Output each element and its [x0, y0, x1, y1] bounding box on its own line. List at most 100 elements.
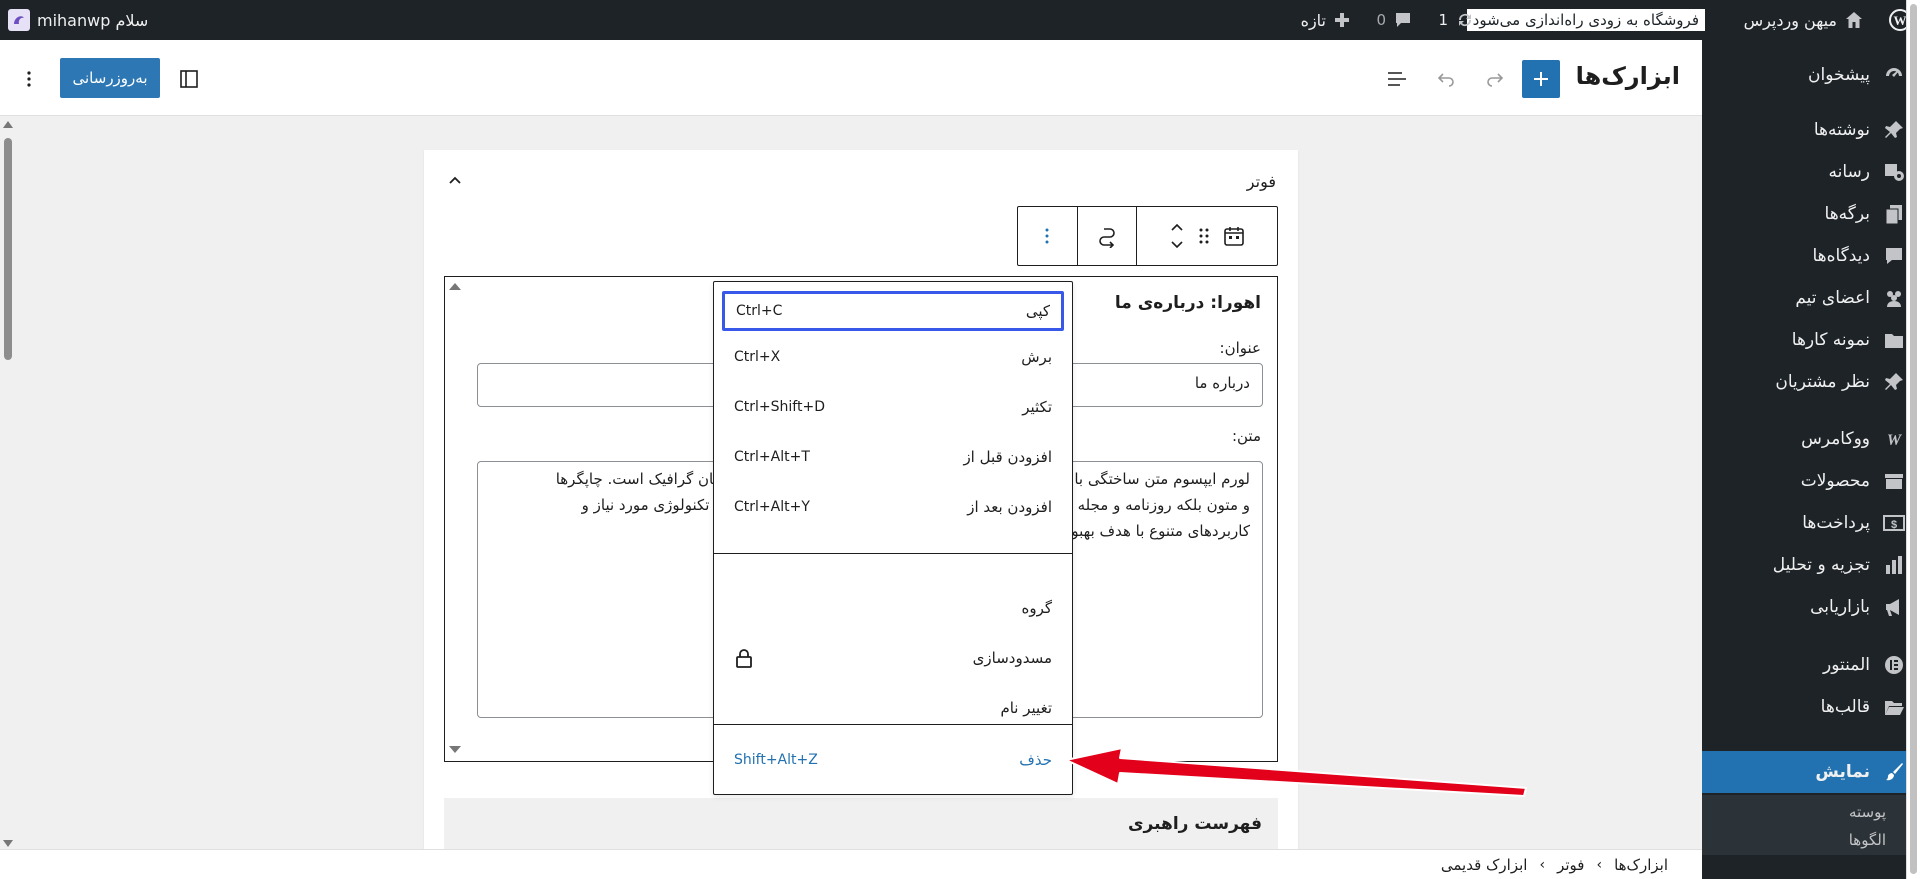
menu-divider [714, 553, 1072, 554]
plus-icon [1531, 69, 1551, 89]
new-label: تازه [1300, 10, 1326, 30]
lock-icon [734, 647, 754, 669]
comment-bubble-icon [1393, 10, 1413, 30]
block-inserter-button[interactable] [1522, 60, 1560, 98]
transform-button[interactable] [1078, 207, 1138, 265]
sidebar-item-elementor[interactable]: المنتور [1702, 644, 1920, 686]
breadcrumb-item-legacy-widget[interactable]: ابزارک قدیمی [1441, 856, 1528, 874]
undo-icon [1434, 67, 1458, 91]
menu-item-lock[interactable]: مسدودسازی [722, 638, 1064, 678]
sidebar-item-team[interactable]: اعضای تیم [1702, 277, 1920, 319]
menu-item-cut[interactable]: Ctrl+X برش [722, 337, 1064, 377]
user-account-link[interactable]: سلام mihanwp [8, 0, 148, 40]
menu-item-shortcut: Ctrl+C [736, 303, 783, 319]
chart-bar-icon [1882, 553, 1906, 577]
block-controls [1137, 207, 1277, 265]
woocommerce-icon: W [1882, 427, 1906, 451]
menu-item-label: کپی [1025, 302, 1050, 320]
dollar-icon: $ [1882, 511, 1906, 535]
menu-item-label: حذف [1019, 751, 1052, 769]
store-notice-text: فروشگاه به زودی راه‌اندازی می‌شود [1466, 9, 1705, 31]
block-options-button[interactable] [1018, 207, 1078, 265]
menu-divider [714, 724, 1072, 725]
scroll-up-arrow-icon[interactable] [449, 283, 461, 290]
brush-icon [1882, 760, 1906, 784]
options-button[interactable] [10, 60, 48, 98]
sidebar-item-appearance[interactable]: نمایش [1692, 751, 1920, 793]
editor-header: ابزارک‌ها به‌روزرسانی [0, 40, 1702, 116]
updates-link[interactable]: 1 [1438, 0, 1475, 40]
sidebar-panel-icon [177, 67, 201, 91]
sidebar-item-comments[interactable]: دیدگاه‌ها [1702, 235, 1920, 277]
menu-item-shortcut: Ctrl+Shift+D [734, 399, 825, 415]
comments-link[interactable]: 0 [1376, 0, 1413, 40]
sidebar-item-woocommerce[interactable]: W ووکامرس [1702, 418, 1920, 460]
drag-handle-icon[interactable] [1198, 226, 1210, 246]
updates-count: 1 [1438, 11, 1448, 29]
sidebar-item-products[interactable]: محصولات [1702, 460, 1920, 502]
menu-item-label: تکثیر [1022, 398, 1052, 416]
sidebar-item-templates[interactable]: قالب‌ها [1702, 686, 1920, 728]
home-icon [1844, 10, 1864, 30]
scroll-up-arrow-icon[interactable] [3, 121, 13, 128]
sidebar-item-portfolio[interactable]: نمونه کارها [1702, 319, 1920, 361]
move-up-down-icon[interactable] [1168, 220, 1186, 252]
menu-item-delete[interactable]: Shift+Alt+Z حذف [722, 740, 1064, 780]
menu-item-label: برش [1021, 348, 1052, 366]
canvas-scrollbar[interactable] [0, 116, 16, 849]
sidebar-item-payments[interactable]: $ پرداخت‌ها [1702, 502, 1920, 544]
menu-item-shortcut: Shift+Alt+Z [734, 752, 818, 768]
media-icon [1882, 160, 1906, 184]
pin-icon [1882, 370, 1906, 394]
title-field-label: عنوان: [1219, 339, 1261, 357]
breadcrumb-item-footer[interactable]: فوتر [1557, 856, 1584, 874]
sidebar-item-dashboard[interactable]: پیشخوان [1702, 54, 1920, 96]
vertical-ellipsis-icon [19, 69, 39, 89]
menu-item-label: تغییر نام [1000, 699, 1052, 717]
calendar-icon[interactable] [1222, 224, 1246, 248]
widget-area-title[interactable]: فوتر [1247, 172, 1276, 191]
scroll-down-arrow-icon[interactable] [449, 746, 461, 753]
folder-icon [1882, 328, 1906, 352]
menu-item-rename[interactable]: تغییر نام [722, 688, 1064, 728]
svg-text:W: W [1894, 13, 1907, 28]
menu-item-group[interactable]: گروه [722, 588, 1064, 628]
widget-title: اهورا: درباره‌ی ما [1114, 293, 1261, 313]
settings-sidebar-toggle[interactable] [170, 60, 208, 98]
folder-open-icon [1882, 695, 1906, 719]
chevron-up-icon[interactable] [446, 172, 464, 190]
svg-text:W: W [1887, 432, 1903, 449]
submenu-item-patterns[interactable]: الگوها [1849, 831, 1886, 849]
sidebar-item-analytics[interactable]: تجزیه و تحلیل [1702, 544, 1920, 586]
list-view-button[interactable] [1378, 60, 1416, 98]
sidebar-item-media[interactable]: رسانه [1702, 151, 1920, 193]
pages-icon [1882, 202, 1906, 226]
elementor-icon [1882, 653, 1906, 677]
plus-icon [1333, 11, 1351, 29]
archive-icon [1882, 469, 1906, 493]
sidebar-item-pages[interactable]: برگه‌ها [1702, 193, 1920, 235]
breadcrumb-item-widgets[interactable]: ابزارک‌ها [1614, 856, 1668, 874]
redo-icon [1483, 67, 1507, 91]
menu-item-insert-before[interactable]: Ctrl+Alt+T افزودن قبل از [722, 437, 1064, 477]
scroll-thumb[interactable] [4, 138, 12, 360]
site-name-link[interactable]: میهن وردپرس [1744, 0, 1864, 40]
submenu-item-themes[interactable]: پوسته [1849, 803, 1886, 821]
store-notice[interactable]: فروشگاه به زودی راه‌اندازی می‌شود [1466, 0, 1705, 40]
megaphone-icon [1882, 595, 1906, 619]
sidebar-item-posts[interactable]: نوشته‌ها [1702, 109, 1920, 151]
menu-item-copy[interactable]: Ctrl+C کپی [722, 291, 1064, 331]
redo-button[interactable] [1476, 60, 1514, 98]
menu-item-duplicate[interactable]: Ctrl+Shift+D تکثیر [722, 387, 1064, 427]
new-content-link[interactable]: تازه [1301, 0, 1351, 40]
menu-item-insert-after[interactable]: Ctrl+Alt+Y افزودن بعد از [722, 487, 1064, 527]
update-button[interactable]: به‌روزرسانی [60, 58, 160, 98]
sidebar-item-marketing[interactable]: بازاریابی [1702, 586, 1920, 628]
undo-button[interactable] [1427, 60, 1465, 98]
scroll-down-arrow-icon[interactable] [3, 840, 13, 847]
sidebar-item-testimonials[interactable]: نظر مشتریان [1702, 361, 1920, 403]
block-toolbar [1017, 206, 1278, 266]
page-scrollbar[interactable] [1906, 0, 1920, 879]
chevron-right-icon: › [1596, 856, 1603, 873]
annotation-arrow-icon [1060, 730, 1540, 800]
